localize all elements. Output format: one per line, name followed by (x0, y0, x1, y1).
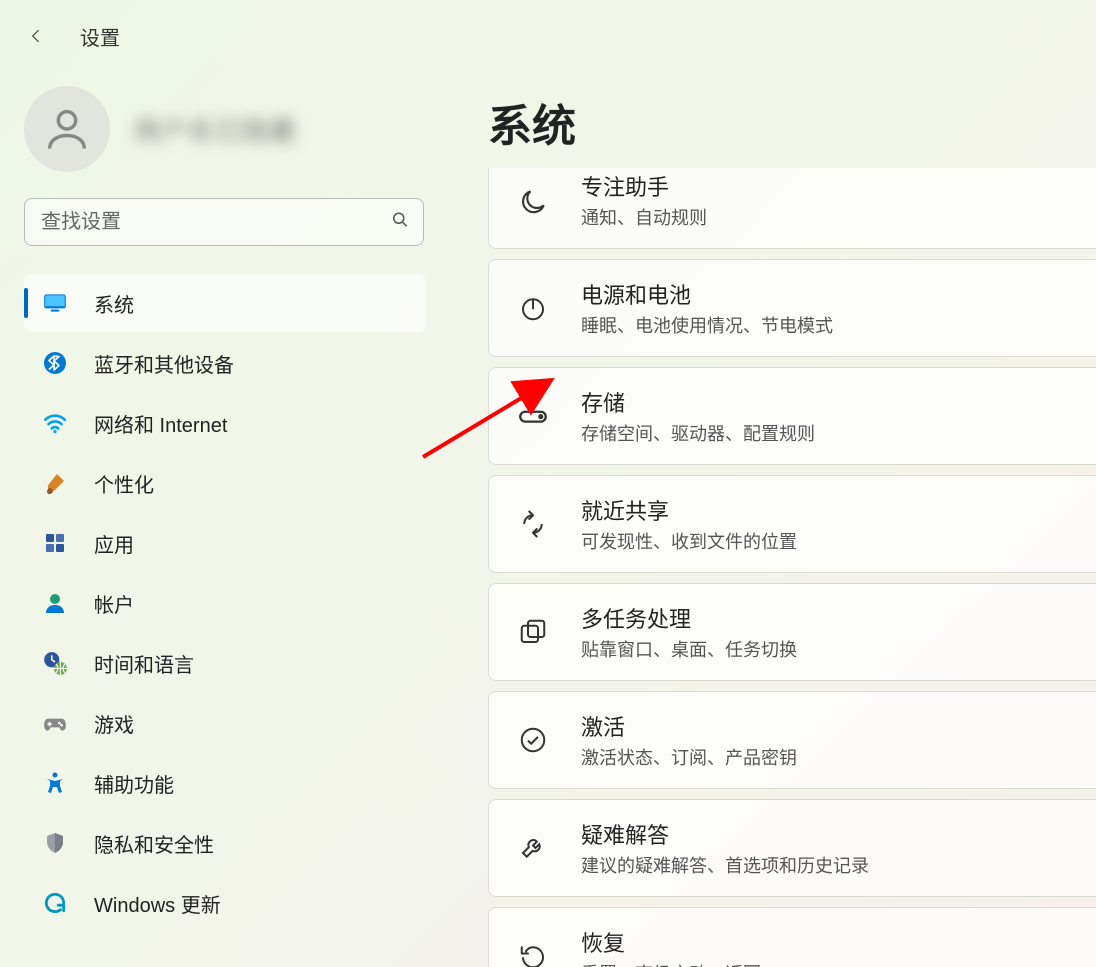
shield-icon (40, 828, 70, 858)
sidebar-item-label: 游戏 (94, 709, 134, 738)
sidebar-item-label: 蓝牙和其他设备 (94, 349, 234, 378)
sidebar-item-label: 系统 (94, 289, 134, 318)
recovery-icon (511, 934, 555, 967)
sidebar-item-apps[interactable]: 应用 (24, 514, 426, 572)
sidebar: 用户名已隐藏 系统 蓝牙和其他设备 网络和 Internet (0, 72, 440, 967)
sidebar-item-label: 辅助功能 (94, 769, 174, 798)
accessibility-icon (40, 768, 70, 798)
sidebar-item-label: Windows 更新 (94, 889, 221, 918)
card-focus-assist[interactable]: 专注助手 通知、自动规则 (488, 168, 1096, 249)
card-multitasking[interactable]: 多任务处理 贴靠窗口、桌面、任务切换 (488, 583, 1096, 681)
share-icon (511, 502, 555, 546)
card-desc: 存储空间、驱动器、配置规则 (581, 420, 815, 446)
card-troubleshoot[interactable]: 疑难解答 建议的疑难解答、首选项和历史记录 (488, 799, 1096, 897)
sidebar-item-label: 时间和语言 (94, 649, 194, 678)
card-title: 专注助手 (581, 170, 707, 202)
card-storage[interactable]: 存储 存储空间、驱动器、配置规则 (488, 367, 1096, 465)
sidebar-item-bluetooth[interactable]: 蓝牙和其他设备 (24, 334, 426, 392)
monitor-icon (40, 288, 70, 318)
person-silhouette-icon (41, 103, 93, 155)
windows-stack-icon (511, 610, 555, 654)
card-power-battery[interactable]: 电源和电池 睡眠、电池使用情况、节电模式 (488, 259, 1096, 357)
card-nearby-sharing[interactable]: 就近共享 可发现性、收到文件的位置 (488, 475, 1096, 573)
sidebar-item-privacy[interactable]: 隐私和安全性 (24, 814, 426, 872)
back-button[interactable] (18, 18, 54, 54)
power-icon (511, 286, 555, 330)
gamepad-icon (40, 708, 70, 738)
card-desc: 通知、自动规则 (581, 204, 707, 230)
wifi-icon (40, 408, 70, 438)
header: 设置 (0, 0, 1096, 72)
card-desc: 激活状态、订阅、产品密钥 (581, 744, 797, 770)
sidebar-item-gaming[interactable]: 游戏 (24, 694, 426, 752)
card-recovery[interactable]: 恢复 重置、高级启动、返回 (488, 907, 1096, 967)
sidebar-item-label: 帐户 (94, 589, 134, 618)
card-title: 恢复 (581, 926, 761, 958)
search-wrap (24, 198, 424, 246)
user-profile[interactable]: 用户名已隐藏 (24, 80, 426, 198)
card-desc: 可发现性、收到文件的位置 (581, 528, 797, 554)
sidebar-item-accounts[interactable]: 帐户 (24, 574, 426, 632)
sidebar-item-system[interactable]: 系统 (24, 274, 426, 332)
clock-globe-icon (40, 648, 70, 678)
card-title: 存储 (581, 386, 815, 418)
settings-card-list: 专注助手 通知、自动规则 电源和电池 睡眠、电池使用情况、节电模式 存储 (488, 168, 1096, 967)
app-title: 设置 (80, 22, 120, 51)
card-title: 激活 (581, 710, 797, 742)
page-title: 系统 (488, 90, 1096, 154)
update-icon (40, 888, 70, 918)
person-icon (40, 588, 70, 618)
drive-icon (511, 394, 555, 438)
username: 用户名已隐藏 (134, 111, 296, 148)
card-desc: 建议的疑难解答、首选项和历史记录 (581, 852, 869, 878)
card-title: 多任务处理 (581, 602, 797, 634)
card-title: 就近共享 (581, 494, 797, 526)
search-icon (390, 210, 410, 235)
brush-icon (40, 468, 70, 498)
card-title: 电源和电池 (581, 278, 833, 310)
sidebar-item-accessibility[interactable]: 辅助功能 (24, 754, 426, 812)
sidebar-item-personalize[interactable]: 个性化 (24, 454, 426, 512)
avatar (24, 86, 110, 172)
card-desc: 贴靠窗口、桌面、任务切换 (581, 636, 797, 662)
check-circle-icon (511, 718, 555, 762)
card-desc: 睡眠、电池使用情况、节电模式 (581, 312, 833, 338)
sidebar-item-label: 隐私和安全性 (94, 829, 214, 858)
sidebar-item-network[interactable]: 网络和 Internet (24, 394, 426, 452)
content: 系统 专注助手 通知、自动规则 电源和电池 睡眠、电池使用情况、节电模式 (440, 72, 1096, 967)
moon-icon (511, 180, 555, 224)
card-title: 疑难解答 (581, 818, 869, 850)
sidebar-item-label: 应用 (94, 529, 134, 558)
sidebar-item-label: 网络和 Internet (94, 409, 227, 438)
card-activation[interactable]: 激活 激活状态、订阅、产品密钥 (488, 691, 1096, 789)
bluetooth-icon (40, 348, 70, 378)
apps-icon (40, 528, 70, 558)
sidebar-item-update[interactable]: Windows 更新 (24, 874, 426, 932)
back-arrow-icon (26, 26, 46, 46)
card-desc: 重置、高级启动、返回 (581, 960, 761, 967)
search-input[interactable] (24, 198, 424, 246)
sidebar-item-time[interactable]: 时间和语言 (24, 634, 426, 692)
sidebar-item-label: 个性化 (94, 469, 154, 498)
wrench-icon (511, 826, 555, 870)
